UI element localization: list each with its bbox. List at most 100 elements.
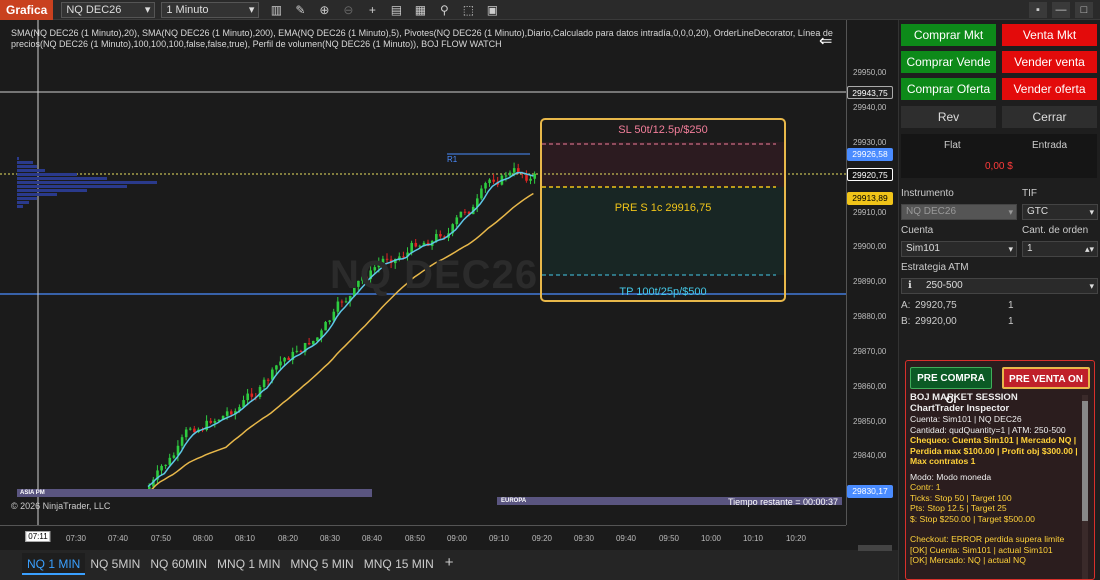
- ask-size: 1: [1008, 300, 1014, 311]
- maximize-button[interactable]: □: [1075, 2, 1093, 18]
- candle-body: [213, 421, 217, 423]
- position-status: Flat: [944, 140, 961, 151]
- info-icon[interactable]: ℹ: [908, 279, 912, 293]
- pre-buy-button[interactable]: PRE COMPRA OI: [910, 367, 992, 406]
- candle-body: [508, 172, 512, 176]
- r1-price-tag: 29926,58: [847, 148, 893, 161]
- candle-body: [344, 301, 348, 303]
- price-chart[interactable]: NQ DEC26 SMA(NQ DEC26 (1 Minuto),20), SM…: [0, 20, 898, 550]
- candle-body: [299, 350, 303, 353]
- inspector-scroll-thumb[interactable]: [1082, 401, 1088, 521]
- sell-ask-button[interactable]: Vender venta: [1002, 51, 1097, 73]
- time-tick: 09:40: [615, 534, 637, 543]
- tab-nq-1min[interactable]: NQ 1 MIN: [22, 553, 86, 575]
- order-preview-box[interactable]: SL 50t/12.5p/$250 PRE S 1c 29916,75 TP 1…: [540, 118, 786, 302]
- candle-body: [160, 465, 163, 471]
- candle-body: [295, 350, 299, 352]
- back-arrow-icon[interactable]: ⇐: [819, 31, 832, 51]
- candle-body: [283, 357, 286, 362]
- time-tick: 07:40: [107, 534, 129, 543]
- candle-body: [209, 420, 213, 423]
- atm-label: Estrategia ATM: [901, 262, 969, 273]
- quantity-value: 1: [1027, 243, 1033, 254]
- volume-profile-bar: [17, 177, 107, 180]
- inspector-scrollbar[interactable]: [1082, 395, 1088, 579]
- candle-body: [504, 175, 508, 177]
- tif-select-value: GTC: [1027, 206, 1049, 217]
- properties-icon[interactable]: ▤: [389, 3, 403, 17]
- asia-session-bar: [17, 489, 372, 497]
- indicators-icon[interactable]: ⚲: [437, 3, 451, 17]
- candle-body: [312, 340, 315, 345]
- candle-body: [184, 429, 188, 438]
- entry-header: Entrada: [1032, 140, 1068, 151]
- volume-profile-bar: [17, 165, 37, 168]
- interval-dropdown[interactable]: 1 Minuto ▾: [161, 1, 260, 18]
- buy-market-button[interactable]: Comprar Mkt: [901, 24, 996, 46]
- ema-line: [147, 171, 534, 488]
- strategy-icon[interactable]: ▦: [413, 3, 427, 17]
- options-button[interactable]: ▪: [1029, 2, 1047, 18]
- tab-mnq-5min[interactable]: MNQ 5 MIN: [285, 553, 358, 575]
- entry-price-tag: 29913,89: [847, 192, 893, 205]
- inspector-ticks-line: Ticks: Stop 50 | Target 100: [910, 492, 1012, 503]
- candle-body: [488, 179, 491, 184]
- candle-body: [275, 365, 278, 370]
- tab-nq-5min[interactable]: NQ 5MIN: [85, 553, 145, 575]
- inspector-points-line: Pts: Stop 12.5 | Target 25: [910, 503, 1007, 513]
- tab-mnq-15min[interactable]: MNQ 15 MIN: [359, 553, 439, 575]
- inspector-dollars-line: $: Stop $250.00 | Target $500.00: [910, 513, 1035, 524]
- account-select[interactable]: Sim101 ▾: [901, 241, 1017, 257]
- sell-bid-button[interactable]: Vender oferta: [1002, 78, 1097, 100]
- buy-ask-button[interactable]: Comprar Vende: [901, 51, 996, 73]
- pre-sell-button[interactable]: PRE VENTA ON: [1002, 367, 1090, 389]
- atm-strategy-select[interactable]: ℹ 250-500 ▾: [901, 278, 1098, 294]
- entry-label: PRE S 1c 29916,75: [614, 202, 712, 214]
- price-tick: 29860,00: [853, 382, 887, 391]
- sell-market-button[interactable]: Venta Mkt: [1002, 24, 1097, 46]
- candle-body: [480, 188, 483, 199]
- pencil-icon[interactable]: ✎: [293, 3, 307, 17]
- tab-mnq-1min[interactable]: MNQ 1 MIN: [212, 553, 285, 575]
- copyright: © 2026 NinjaTrader, LLC: [11, 501, 111, 511]
- instrument-select-value: NQ DEC26: [906, 206, 957, 217]
- price-axis[interactable]: 29950,00 29940,00 29930,00 29910,00 2990…: [846, 20, 898, 525]
- template-icon[interactable]: ⬚: [461, 3, 475, 17]
- inspector-contracts-line: Contr: 1: [910, 482, 941, 492]
- candle-body: [414, 242, 418, 247]
- ask-price: 29920,75: [915, 300, 957, 311]
- instrument-select[interactable]: NQ DEC26 ▾: [901, 204, 1017, 220]
- candle-body: [533, 173, 536, 179]
- close-position-button[interactable]: Cerrar: [1002, 106, 1097, 128]
- candle-body: [266, 379, 270, 381]
- candle-body: [225, 411, 229, 416]
- instrument-value: NQ DEC26: [66, 3, 122, 16]
- tif-label: TIF: [1022, 188, 1037, 199]
- price-tick: 29900,00: [853, 242, 887, 251]
- zoom-in-icon[interactable]: ⊕: [317, 3, 331, 17]
- candle-body: [230, 411, 233, 415]
- add-tab-icon[interactable]: +: [445, 553, 454, 573]
- horizontal-scrollbar[interactable]: [858, 545, 892, 551]
- volume-profile-bar: [17, 201, 29, 204]
- tif-select[interactable]: GTC ▾: [1022, 204, 1098, 220]
- reverse-button[interactable]: Rev: [901, 106, 996, 128]
- tab-nq-60min[interactable]: NQ 60MIN: [145, 553, 212, 575]
- crosshair-icon[interactable]: +: [365, 3, 379, 17]
- zoom-out-icon[interactable]: ⊖: [341, 3, 355, 17]
- buy-bid-button[interactable]: Comprar Oferta: [901, 78, 996, 100]
- chevron-down-icon: ▾: [1008, 207, 1013, 217]
- time-tick: 09:10: [488, 534, 510, 543]
- cursor-time-tag: 07:11: [25, 531, 51, 542]
- instrument-dropdown[interactable]: NQ DEC26 ▾: [61, 1, 156, 18]
- minimize-button[interactable]: —: [1052, 2, 1070, 18]
- time-axis[interactable]: 07:11 07:30 07:40 07:50 08:00 08:10 08:2…: [0, 525, 846, 550]
- bar-timer: Tiempo restante = 00:00:37: [728, 497, 838, 507]
- quantity-stepper[interactable]: 1 ▴▾: [1022, 241, 1098, 257]
- data-box-icon[interactable]: ▣: [485, 3, 499, 17]
- bar-chart-icon[interactable]: ▥: [269, 3, 283, 17]
- chevron-down-icon: ▾: [1089, 207, 1094, 217]
- candle-body: [517, 168, 520, 173]
- inspector-checkout-line: Checkout: ERROR perdida supera limite: [910, 534, 1065, 544]
- price-tick: 29850,00: [853, 417, 887, 426]
